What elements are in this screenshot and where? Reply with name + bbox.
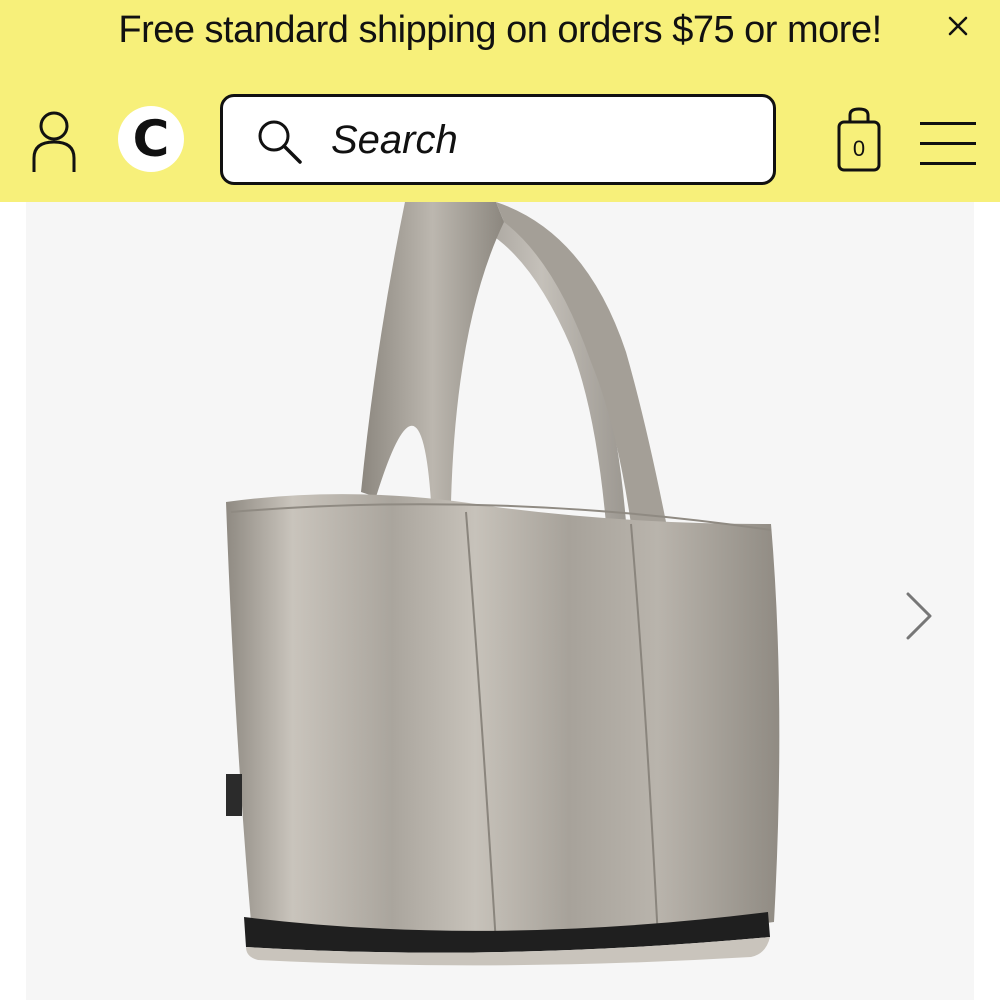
promo-banner-text: Free standard shipping on orders $75 or …	[118, 9, 882, 51]
site-header: Free standard shipping on orders $75 or …	[0, 0, 1000, 202]
search-bar[interactable]	[220, 94, 776, 185]
hamburger-menu-button[interactable]	[920, 122, 976, 168]
hamburger-menu-icon	[920, 122, 976, 125]
cart-count: 0	[852, 136, 866, 161]
product-image	[226, 202, 780, 966]
hamburger-menu-icon-line	[920, 142, 976, 145]
product-gallery[interactable]	[26, 202, 974, 1000]
close-icon	[948, 16, 968, 36]
cart-button[interactable]: 0	[834, 106, 884, 174]
chevron-right-icon[interactable]	[902, 588, 936, 644]
site-logo[interactable]: C	[118, 106, 184, 172]
search-icon	[258, 120, 302, 164]
search-input[interactable]	[331, 113, 751, 167]
promo-close-button[interactable]	[938, 6, 978, 46]
person-icon	[32, 111, 76, 172]
account-button[interactable]	[26, 106, 82, 176]
hamburger-menu-icon-line	[920, 162, 976, 165]
